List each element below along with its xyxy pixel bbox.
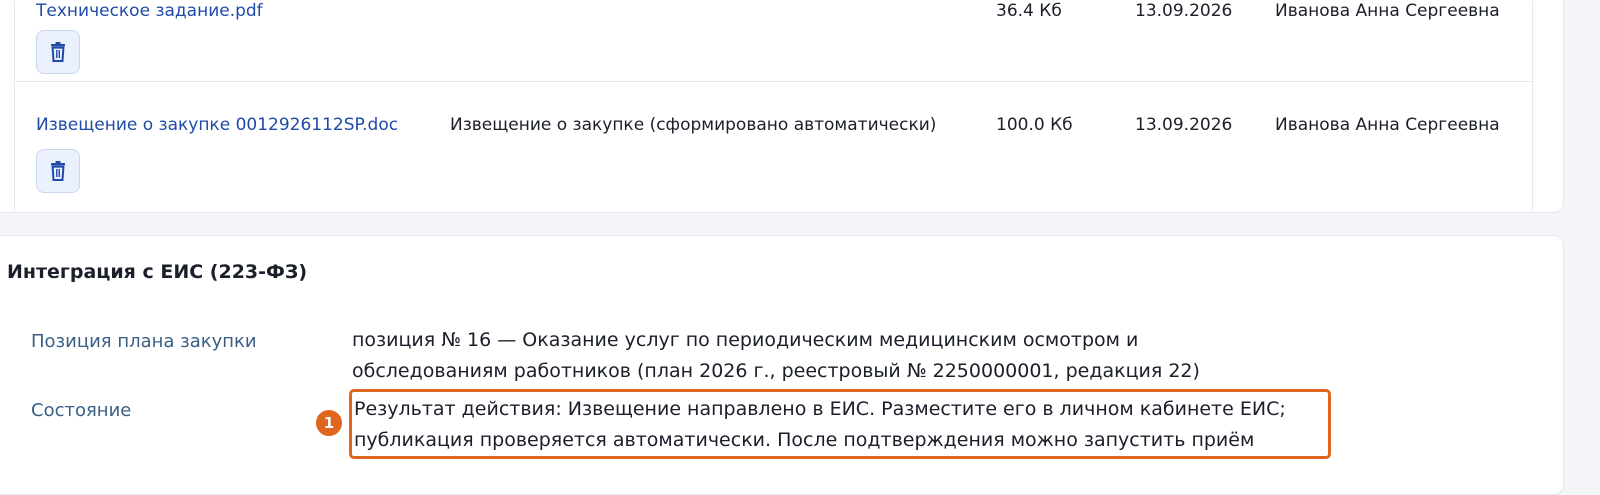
table-row: Техническое задание.pdf 36.4 Кб 13.09.20… <box>15 1 1532 82</box>
file-author: Иванова Анна Сергеевна <box>1275 115 1500 135</box>
attachments-card: Техническое задание.pdf 36.4 Кб 13.09.20… <box>0 0 1564 213</box>
file-date: 13.09.2026 <box>1135 1 1233 21</box>
file-name-link[interactable]: Извещение о закупке 0012926112SP.doc <box>36 115 398 135</box>
file-size: 100.0 Кб <box>996 115 1073 135</box>
plan-position-line: позиция № 16 — Оказание услуг по периоди… <box>352 329 1139 351</box>
plan-position-label: Позиция плана закупки <box>31 331 257 352</box>
section-title: Интеграция с ЕИС (223-ФЗ) <box>7 261 308 283</box>
attachments-table: Техническое задание.pdf 36.4 Кб 13.09.20… <box>14 1 1533 211</box>
file-size: 36.4 Кб <box>996 1 1062 21</box>
annotation-marker: 1 <box>314 408 344 438</box>
state-line: Результат действия: Извещение направлено… <box>354 398 1286 420</box>
file-description: Извещение о закупке (сформировано автома… <box>450 115 937 135</box>
plan-position-value: позиция № 16 — Оказание услуг по периоди… <box>352 325 1312 387</box>
state-value-highlight: Результат действия: Извещение направлено… <box>349 389 1331 459</box>
trash-icon <box>51 161 65 181</box>
plan-position-line: обследованиям работников (план 2026 г., … <box>352 360 1200 382</box>
file-author: Иванова Анна Сергеевна <box>1275 1 1500 21</box>
file-name-link[interactable]: Техническое задание.pdf <box>36 1 263 21</box>
file-date: 13.09.2026 <box>1135 115 1233 135</box>
table-row: Извещение о закупке 0012926112SP.doc Изв… <box>15 91 1532 193</box>
delete-file-button[interactable] <box>36 149 80 193</box>
delete-file-button[interactable] <box>36 30 80 74</box>
eis-integration-card: Интеграция с ЕИС (223-ФЗ) Позиция плана … <box>0 235 1564 495</box>
trash-icon <box>51 42 65 62</box>
state-line: публикация проверяется автоматически. По… <box>354 429 1255 451</box>
state-label: Состояние <box>31 400 132 421</box>
